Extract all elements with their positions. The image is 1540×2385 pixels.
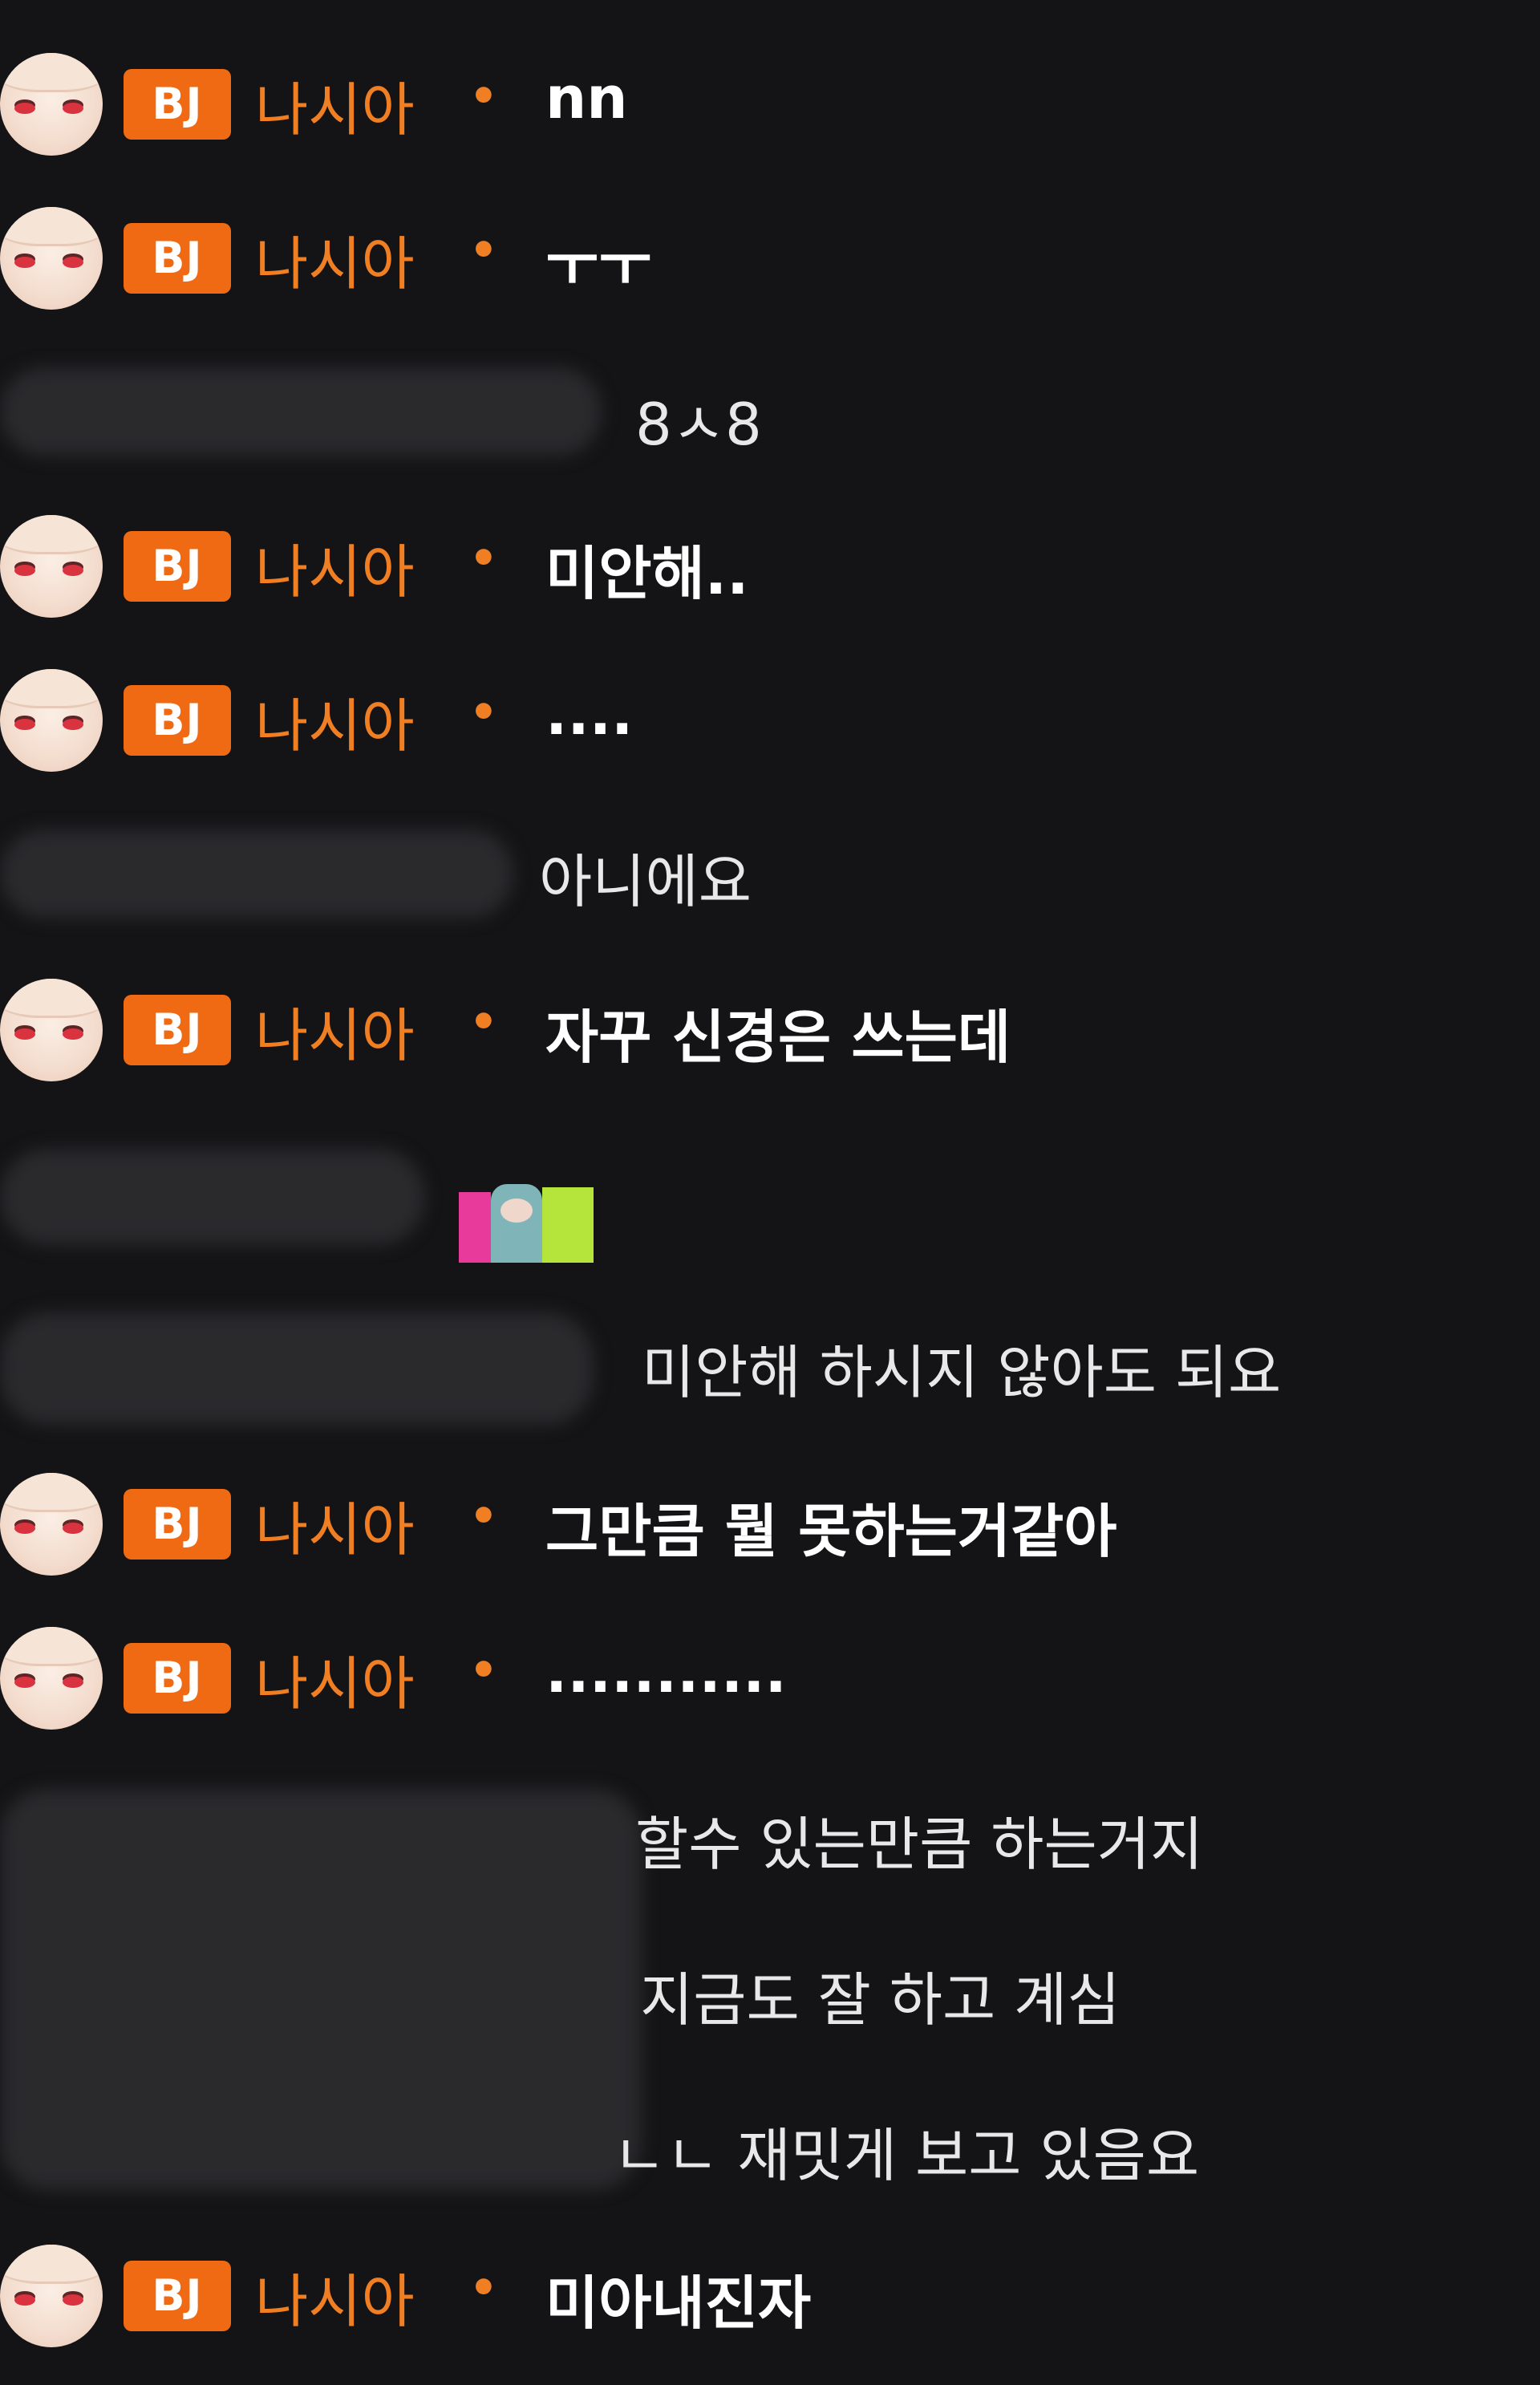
nickname-separator: • (469, 2262, 498, 2314)
chat-message: 자꾸 신경은 쓰는데 (545, 1004, 1011, 1071)
bj-badge: BJ (124, 685, 231, 756)
streamer-nickname[interactable]: 나시아 (255, 63, 415, 147)
bj-badge: BJ (124, 1643, 231, 1714)
streamer-nickname[interactable]: 나시아 (255, 988, 415, 1073)
blurred-username (0, 1149, 425, 1245)
bj-badge: BJ (124, 995, 231, 1065)
nickname-separator: • (469, 225, 498, 277)
streamer-avatar[interactable] (0, 1627, 103, 1730)
chat-row-bj: BJ 나시아 • nn (0, 53, 1540, 207)
nickname-separator: • (469, 687, 498, 739)
chat-row-bj: BJ 나시아 • 미안해.. (0, 515, 1540, 669)
streamer-avatar[interactable] (0, 515, 103, 618)
bj-badge: BJ (124, 69, 231, 140)
bj-badge: BJ (124, 2261, 231, 2331)
blurred-username (0, 829, 513, 918)
chat-message: 미안해.. (545, 540, 749, 607)
chat-message: 미안해 하시지 않아도 되요 (642, 1339, 1282, 1406)
chat-row-user: 아니에요 (0, 823, 1540, 977)
bj-badge: BJ (124, 531, 231, 602)
chat-row-user: ㄴㄴ 재밋게 보고 있음요 (0, 2092, 1540, 2246)
blurred-username (0, 367, 602, 456)
chat-message: 그만큼 뭘 못하는거같아 (545, 1498, 1117, 1565)
chat-row-user: 지금도 잘 하고 계심 (0, 1937, 1540, 2091)
chat-message: .... (545, 680, 634, 748)
nickname-separator: • (469, 996, 498, 1049)
chat-row-bj: BJ 나시아 • 자꾸 신경은 쓰는데 (0, 979, 1540, 1133)
chat-message: 미아내진자 (545, 2269, 812, 2337)
chat-row-user: 할수 있는만큼 하는거지 (0, 1781, 1540, 1935)
streamer-nickname[interactable]: 나시아 (255, 2254, 415, 2338)
chat-message: ㄴㄴ 재밋게 보고 있음요 (613, 2122, 1200, 2189)
nickname-separator: • (469, 71, 498, 123)
blurred-username (0, 1312, 594, 1425)
emote-icon (459, 1176, 594, 1263)
streamer-avatar[interactable] (0, 2245, 103, 2347)
chat-message: ㅜㅜ (545, 232, 652, 299)
streamer-avatar[interactable] (0, 979, 103, 1081)
streamer-nickname[interactable]: 나시아 (255, 679, 415, 763)
chat-message: 지금도 잘 하고 계심 (640, 1966, 1121, 2034)
bj-badge: BJ (124, 1489, 231, 1560)
streamer-avatar[interactable] (0, 53, 103, 156)
chat-row-user: 8ㅅ8 (0, 361, 1540, 515)
nickname-separator: • (469, 533, 498, 585)
streamer-avatar[interactable] (0, 207, 103, 310)
chat-message: 8ㅅ8 (635, 391, 762, 458)
chat-message: nn (545, 64, 628, 132)
chat-message: 아니에요 (539, 848, 752, 915)
chat-row-bj: BJ 나시아 • 미아내진자 (0, 2245, 1540, 2365)
streamer-avatar[interactable] (0, 669, 103, 772)
nickname-separator: • (469, 1645, 498, 1697)
chat-row-bj: BJ 나시아 • 그만큼 뭘 못하는거같아 (0, 1473, 1540, 1627)
chat-message: 할수 있는만큼 하는거지 (635, 1811, 1204, 1878)
streamer-nickname[interactable]: 나시아 (255, 1483, 415, 1567)
streamer-nickname[interactable]: 나시아 (255, 525, 415, 609)
streamer-nickname[interactable]: 나시아 (255, 1637, 415, 1721)
streamer-avatar[interactable] (0, 1473, 103, 1576)
chat-row-bj: BJ 나시아 • .... (0, 669, 1540, 823)
chat-row-user: 미안해 하시지 않아도 되요 (0, 1309, 1540, 1463)
nickname-separator: • (469, 1491, 498, 1543)
bj-badge: BJ (124, 223, 231, 294)
chat-row-bj: BJ 나시아 • ........... (0, 1627, 1540, 1781)
chat-row-bj: BJ 나시아 • ㅜㅜ (0, 207, 1540, 361)
chat-row-user (0, 1133, 1540, 1293)
chat-message: ........... (545, 1638, 787, 1706)
streamer-nickname[interactable]: 나시아 (255, 217, 415, 301)
